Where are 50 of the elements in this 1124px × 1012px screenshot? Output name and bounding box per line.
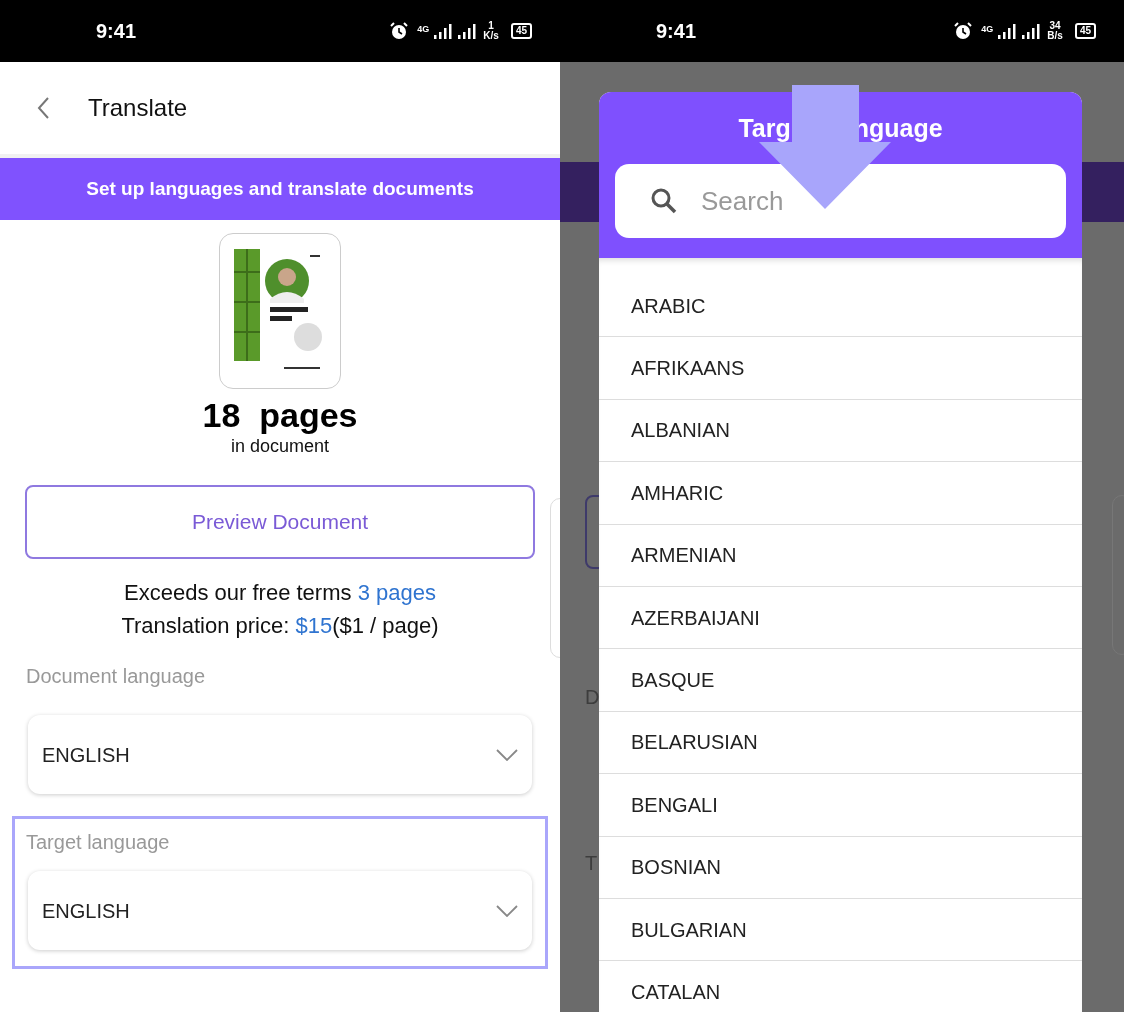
language-option[interactable]: AMHARIC <box>599 462 1082 525</box>
speed-unit: K/s <box>483 31 499 41</box>
language-option[interactable]: BOSNIAN <box>599 836 1082 899</box>
speed-value: 34 <box>1049 21 1061 31</box>
battery-indicator: 45 <box>510 23 532 39</box>
dropdown-value: ENGLISH <box>42 898 130 924</box>
language-option[interactable]: ARMENIAN <box>599 524 1082 587</box>
language-option[interactable]: BULGARIAN <box>599 898 1082 962</box>
language-option[interactable]: AFRIKAANS <box>599 337 1082 400</box>
language-option[interactable]: BENGALI <box>599 774 1082 837</box>
signal-icon <box>457 23 478 39</box>
chevron-down-icon <box>496 748 518 761</box>
pricing-link[interactable]: $15 <box>295 613 333 638</box>
battery-indicator: 45 <box>1074 23 1096 39</box>
network-type: 4G <box>417 23 430 36</box>
language-dropdown[interactable]: ENGLISH <box>28 871 532 950</box>
signal-icon <box>1021 23 1042 39</box>
field-label: Document language <box>26 664 206 689</box>
language-dropdown[interactable]: ENGLISH <box>28 715 532 794</box>
page-count: 18 pages <box>201 395 359 435</box>
search-field[interactable]: Search <box>615 164 1066 238</box>
network-type: 4G <box>981 23 994 36</box>
search-icon <box>649 186 679 216</box>
language-option[interactable]: ALBANIAN <box>599 399 1082 463</box>
banner: Set up languages and translate documents <box>0 158 560 220</box>
language-option[interactable]: BELARUSIAN <box>599 711 1082 775</box>
speed-value: 1 <box>488 21 494 31</box>
chevron-down-icon <box>496 904 518 917</box>
document-thumbnail[interactable] <box>219 233 341 389</box>
alarm-icon <box>389 21 410 41</box>
alarm-icon <box>953 21 974 41</box>
language-option[interactable]: AZERBAIJANI <box>599 586 1082 650</box>
language-option[interactable]: ARABIC <box>599 275 1082 338</box>
signal-icon <box>433 23 454 39</box>
dropdown-value: ENGLISH <box>42 742 130 768</box>
pricing-text: Exceeds our free terms 3 pages <box>124 579 436 606</box>
language-option[interactable]: CATALAN <box>599 961 1082 1012</box>
pricing-link[interactable]: 3 pages <box>357 580 436 605</box>
back-icon[interactable] <box>36 96 50 120</box>
language-option[interactable]: BASQUE <box>599 649 1082 712</box>
speed-unit: B/s <box>1047 31 1063 41</box>
preview-document-button[interactable]: Preview Document <box>25 485 535 559</box>
dialog-title: Targ <box>738 113 791 144</box>
field-label: Target language <box>26 830 171 855</box>
status-time: 9:41 <box>96 19 137 44</box>
signal-icon <box>997 23 1018 39</box>
pricing-text: Translation price: $15($1 / page) <box>121 612 439 639</box>
page-title: Translate <box>88 93 188 123</box>
status-time: 9:41 <box>656 19 697 44</box>
page-count-caption: in document <box>230 435 330 457</box>
